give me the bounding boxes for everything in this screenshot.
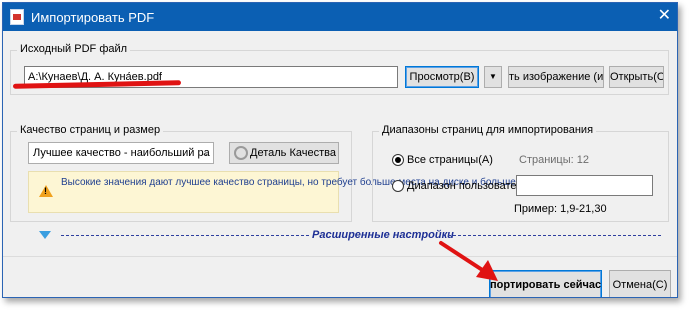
all-pages-radio[interactable] xyxy=(392,154,404,166)
expand-triangle-icon[interactable] xyxy=(39,231,51,239)
title-bar: Импортировать PDF ✕ xyxy=(3,3,677,31)
open-button[interactable]: Открыть(О xyxy=(609,66,664,88)
quality-select[interactable]: Лучшее качество - наибольший ра ⌄ xyxy=(28,142,214,164)
chevron-down-icon: ⌄ xyxy=(201,148,209,158)
advanced-divider-left xyxy=(61,235,309,236)
quality-warning: Высокие значения дают лучшее качество ст… xyxy=(28,171,635,213)
quality-detail-button[interactable]: Деталь Качества xyxy=(229,142,339,164)
custom-range-radio[interactable] xyxy=(392,180,404,192)
quality-warning-text: Высокие значения дают лучшее качество ст… xyxy=(61,177,635,188)
quality-select-value: Лучшее качество - наибольший ра xyxy=(33,147,210,159)
browse-button[interactable]: Просмотр(В) xyxy=(405,66,479,88)
footer-bar: портировать сейчас Отмена(С) xyxy=(3,256,677,297)
custom-range-input[interactable] xyxy=(516,175,653,196)
advanced-settings-link[interactable]: Расширенные настройки xyxy=(312,229,454,241)
pages-count: Страницы: 12 xyxy=(519,154,589,166)
quality-group-label: Качество страниц и размер xyxy=(17,124,164,136)
source-file-group-label: Исходный PDF файл xyxy=(17,43,131,55)
image-button[interactable]: ть изображение (изо xyxy=(508,66,604,88)
all-pages-label[interactable]: Все страницы(А) xyxy=(407,154,493,166)
import-now-button[interactable]: портировать сейчас xyxy=(489,270,602,297)
import-pdf-dialog: Импортировать PDF ✕ Исходный PDF файл A:… xyxy=(2,2,678,298)
window-title: Импортировать PDF xyxy=(31,10,155,25)
pdf-app-icon xyxy=(10,9,24,25)
advanced-divider-right xyxy=(443,235,661,236)
screenshot-frame: Импортировать PDF ✕ Исходный PDF файл A:… xyxy=(0,0,690,311)
page-range-group-label: Диапазоны страниц для импортирования xyxy=(379,124,597,136)
close-icon[interactable]: ✕ xyxy=(658,8,671,24)
chevron-down-icon: ▼ xyxy=(489,72,497,81)
range-example: Пример: 1,9-21,30 xyxy=(514,203,607,215)
quality-detail-label: Деталь Качества xyxy=(250,147,336,159)
custom-range-label[interactable]: Диапазон пользовател xyxy=(407,180,523,192)
cancel-button[interactable]: Отмена(С) xyxy=(609,270,671,297)
gear-icon xyxy=(234,146,248,160)
browse-dropdown-button[interactable]: ▼ xyxy=(484,66,502,88)
warning-icon xyxy=(39,185,53,197)
